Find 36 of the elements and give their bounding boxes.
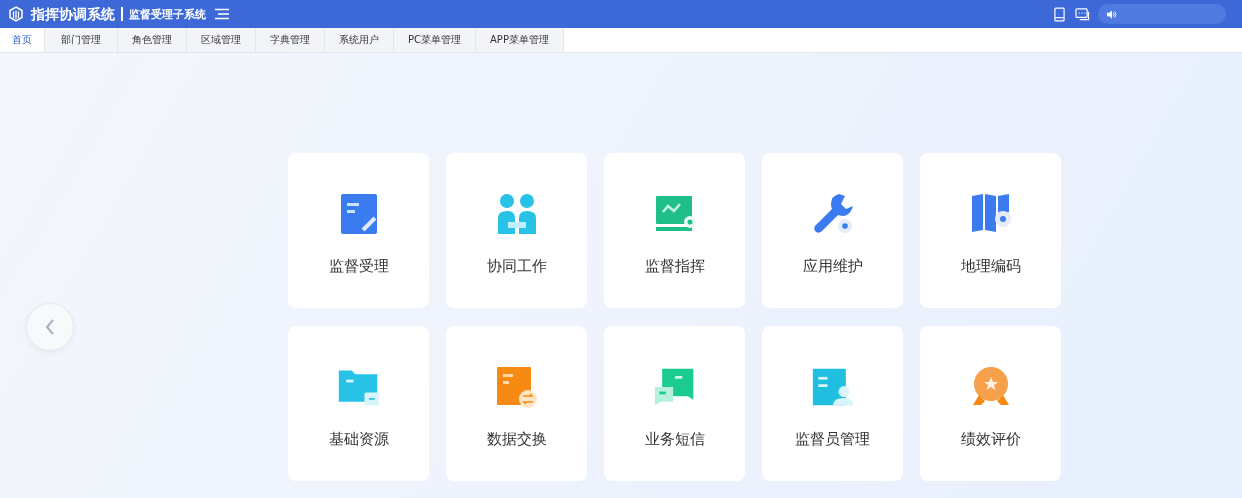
- module-tile[interactable]: 协同工作: [446, 153, 587, 308]
- document-swap-icon: [494, 365, 539, 409]
- subsystem-title: 监督受理子系统: [129, 6, 206, 22]
- nav-tab[interactable]: 部门管理: [45, 28, 118, 52]
- tablet-icon[interactable]: [1054, 6, 1065, 22]
- module-tile[interactable]: 绩效评价: [920, 326, 1061, 481]
- module-label: 应用维护: [802, 257, 863, 276]
- menu-icon[interactable]: [215, 8, 229, 20]
- chat-icon[interactable]: [1075, 7, 1090, 21]
- module-tile[interactable]: 监督受理: [288, 153, 429, 308]
- nav-tab[interactable]: PC菜单管理: [394, 28, 476, 52]
- module-tile[interactable]: 地理编码: [920, 153, 1061, 308]
- module-tile[interactable]: 基础资源: [288, 326, 429, 481]
- system-title: 指挥协调系统: [31, 7, 123, 21]
- chevron-left-icon: [45, 319, 55, 335]
- nav-tab[interactable]: 角色管理: [118, 28, 187, 52]
- speaker-icon: [1106, 8, 1117, 20]
- module-tile[interactable]: 监督指挥: [604, 153, 745, 308]
- nav-tab[interactable]: APP菜单管理: [476, 28, 564, 52]
- module-label: 数据交换: [486, 430, 547, 449]
- module-tile[interactable]: 监督员管理: [762, 326, 903, 481]
- nav-tab[interactable]: 系统用户: [325, 28, 394, 52]
- module-label: 监督指挥: [644, 257, 705, 276]
- module-label: 协同工作: [486, 257, 547, 276]
- logo-icon: [8, 6, 24, 22]
- nav-tab[interactable]: 字典管理: [256, 28, 325, 52]
- module-label: 基础资源: [328, 430, 389, 449]
- module-label: 业务短信: [644, 430, 705, 449]
- module-label: 监督员管理: [795, 430, 870, 449]
- module-label: 地理编码: [960, 257, 1021, 276]
- module-tile[interactable]: 应用维护: [762, 153, 903, 308]
- module-label: 监督受理: [328, 257, 389, 276]
- module-label: 绩效评价: [960, 430, 1021, 449]
- module-tile[interactable]: 数据交换: [446, 326, 587, 481]
- module-tile[interactable]: 业务短信: [604, 326, 745, 481]
- nav-tab[interactable]: 区域管理: [187, 28, 256, 52]
